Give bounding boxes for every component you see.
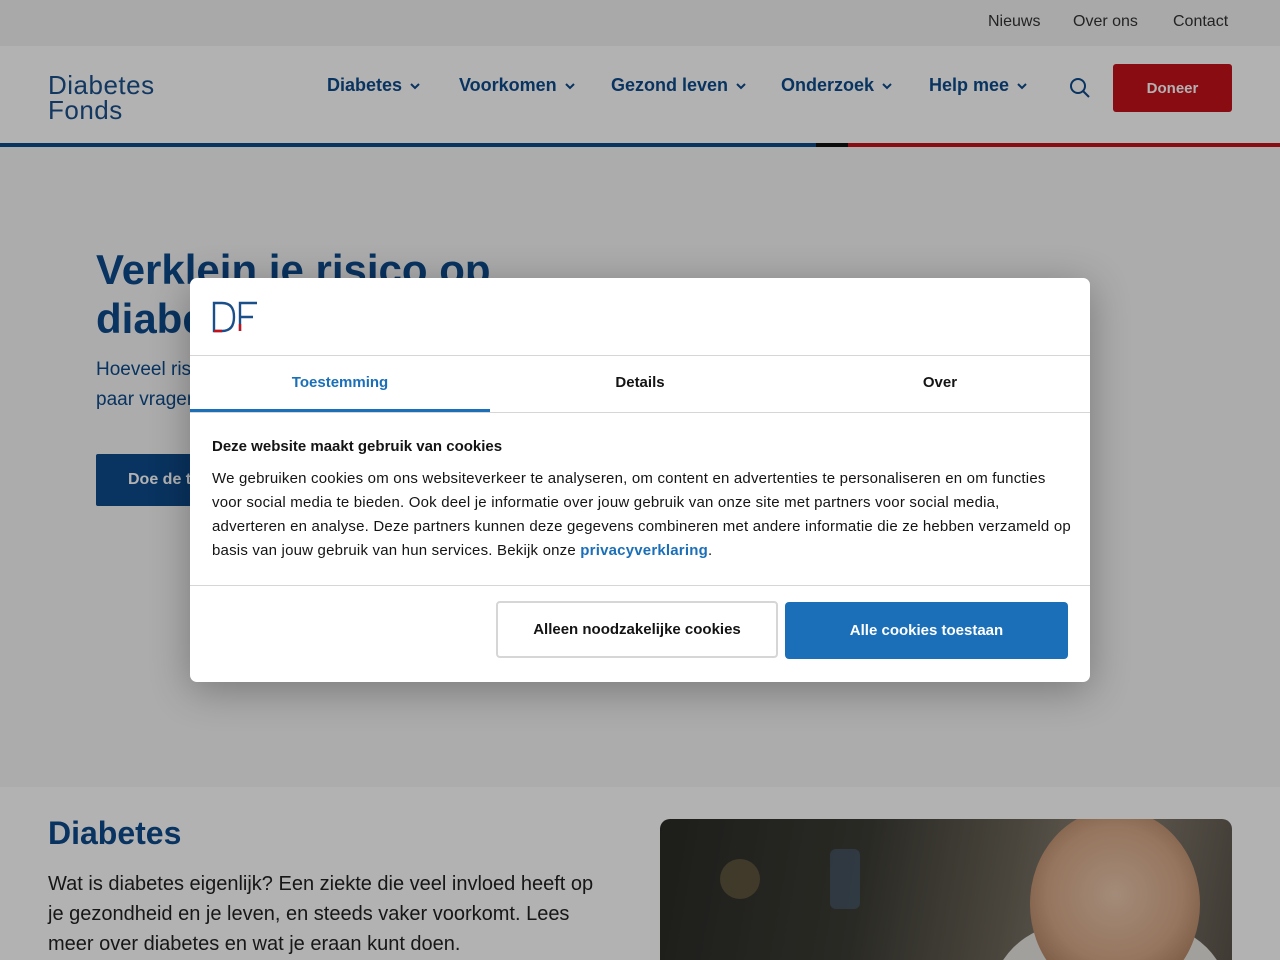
necessary-cookies-button[interactable]: Alleen noodzakelijke cookies — [496, 601, 778, 658]
cookie-heading: Deze website maakt gebruik van cookies — [212, 438, 503, 455]
tab-toestemming[interactable]: Toestemming — [190, 356, 490, 412]
divider — [190, 585, 1090, 586]
tab-over[interactable]: Over — [790, 356, 1090, 412]
privacy-link[interactable]: privacyverklaring — [580, 542, 708, 559]
cookie-body: We gebruiken cookies om ons websiteverke… — [212, 467, 1072, 563]
cookie-consent-dialog: Toestemming Details Over Deze website ma… — [190, 278, 1090, 682]
tab-details[interactable]: Details — [490, 356, 790, 412]
df-logo — [212, 300, 260, 339]
allow-all-cookies-button[interactable]: Alle cookies toestaan — [785, 602, 1068, 659]
page: Nieuws Over ons Contact Diabetes Fonds D… — [0, 0, 1280, 960]
cookie-body-end: . — [707, 542, 713, 559]
divider — [190, 412, 1090, 413]
